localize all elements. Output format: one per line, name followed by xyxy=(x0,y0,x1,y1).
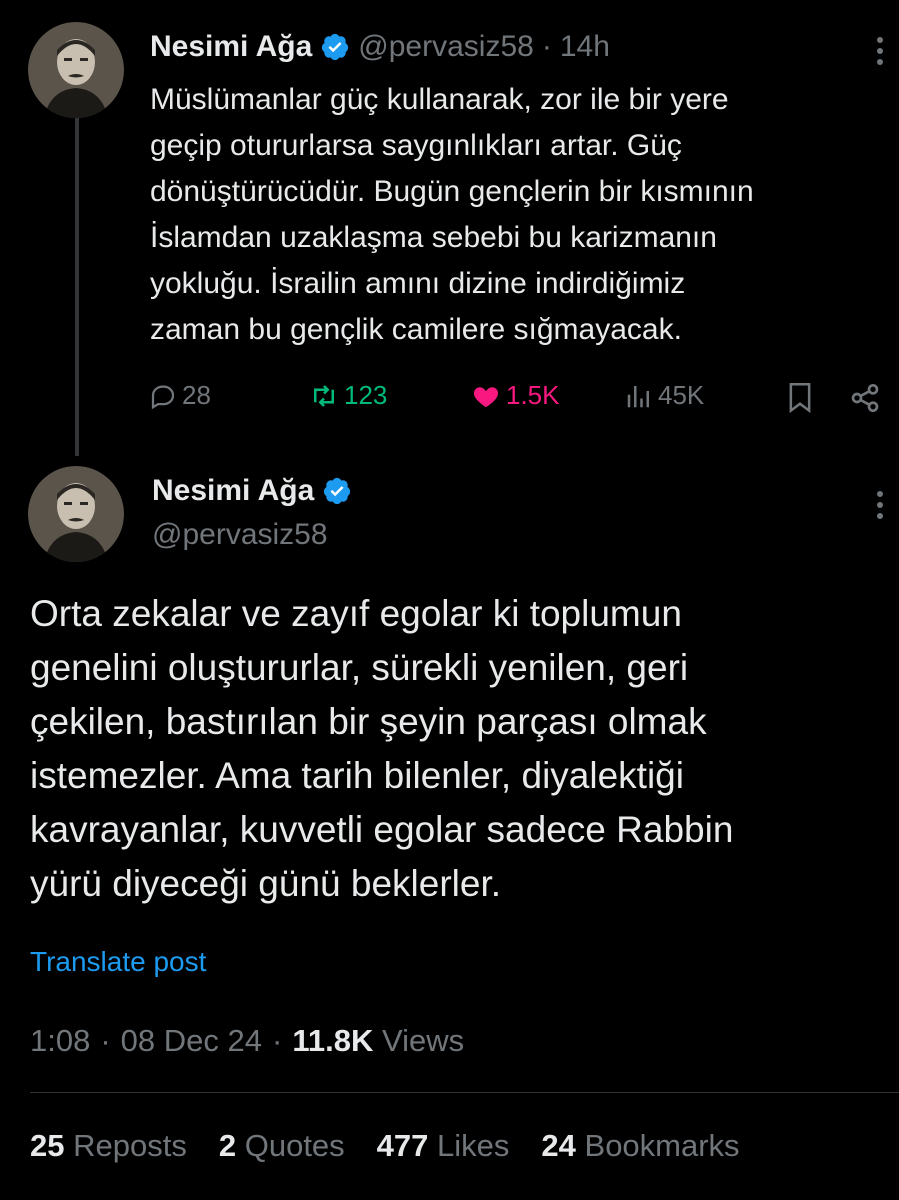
bookmarks-stat[interactable]: 24 Bookmarks xyxy=(541,1128,739,1164)
divider xyxy=(30,1092,899,1093)
author-handle[interactable]: @pervasiz58 xyxy=(152,518,328,552)
author-name[interactable]: Nesimi Ağa xyxy=(152,474,314,508)
bookmarks-label: Bookmarks xyxy=(584,1128,740,1163)
heart-icon xyxy=(473,386,499,407)
text-line: istemezler. Ama tarih bilenler, diyalekt… xyxy=(30,755,684,796)
likes-stat[interactable]: 477 Likes xyxy=(377,1128,510,1164)
reply-icon xyxy=(151,385,175,409)
views-label: Views xyxy=(381,1023,465,1058)
text-line: genelini oluştururlar, sürekli yenilen, … xyxy=(30,647,689,688)
engagement-stats: 25 Reposts 2 Quotes 477 Likes 24 Bookmar… xyxy=(30,1128,740,1164)
text-line: İslamdan uzaklaşma sebebi bu karizmanın xyxy=(150,221,717,254)
views-icon xyxy=(627,385,649,407)
reply-button[interactable]: 28 xyxy=(148,380,211,411)
bookmark-icon[interactable] xyxy=(786,382,814,419)
verified-badge-icon xyxy=(324,477,351,505)
text-line: zaman bu gençlik camilere sığmayacak. xyxy=(150,313,682,346)
likes-label: Likes xyxy=(437,1128,510,1163)
verified-badge-icon xyxy=(322,33,349,61)
views-button[interactable]: 45K xyxy=(624,380,704,411)
more-options-icon[interactable] xyxy=(872,34,888,75)
repost-icon xyxy=(314,384,334,407)
more-options-icon[interactable] xyxy=(872,488,888,529)
reply-count: 28 xyxy=(182,380,211,410)
text-line: Müslümanlar güç kullanarak, zor ile bir … xyxy=(150,83,729,116)
quotes-stat[interactable]: 2 Quotes xyxy=(219,1128,345,1164)
text-line: yokluğu. İsrailin amını dizine indirdiği… xyxy=(150,267,686,300)
avatar-portrait xyxy=(28,466,124,562)
avatar-portrait xyxy=(28,22,124,118)
tweet1-text: Müslümanlar güç kullanarak, zor ile bir … xyxy=(150,77,895,353)
timestamp[interactable]: 14h xyxy=(560,30,610,64)
share-icon[interactable] xyxy=(848,382,882,419)
post-date[interactable]: 08 Dec 24 xyxy=(121,1023,262,1059)
tweet1-header: Nesimi Ağa @pervasiz58 · 14h xyxy=(150,30,610,64)
separator-dot: · xyxy=(541,30,552,63)
quotes-label: Quotes xyxy=(244,1128,345,1163)
avatar[interactable] xyxy=(28,22,124,118)
reposts-stat[interactable]: 25 Reposts xyxy=(30,1128,187,1164)
separator-dot: · xyxy=(272,1023,283,1058)
text-line: geçip otururlarsa saygınlıkları artar. G… xyxy=(150,129,682,162)
likes-count: 477 xyxy=(376,1128,429,1163)
text-line: dönüştürücüdür. Bugün gençlerin bir kısm… xyxy=(150,175,754,208)
text-line: kavrayanlar, kuvvetli egolar sadece Rabb… xyxy=(30,809,734,850)
repost-button[interactable]: 123 xyxy=(308,380,387,411)
author-name[interactable]: Nesimi Ağa xyxy=(150,30,312,64)
text-line: yürü diyeceği günü beklerler. xyxy=(30,863,502,904)
like-count: 1.5K xyxy=(506,380,560,410)
tweet-meta: 1:08 · 08 Dec 24 · 11.8K Views xyxy=(30,1023,464,1059)
views-count: 11.8K xyxy=(292,1023,374,1058)
author-handle[interactable]: @pervasiz58 xyxy=(358,30,534,64)
reposts-label: Reposts xyxy=(73,1128,187,1163)
repost-count: 123 xyxy=(344,380,388,410)
views-count: 45K xyxy=(658,380,705,410)
separator-dot: · xyxy=(100,1023,111,1058)
text-line: çekilen, bastırılan bir şeyin parçası ol… xyxy=(30,701,707,742)
bookmarks-count: 24 xyxy=(541,1128,576,1163)
reposts-count: 25 xyxy=(30,1128,65,1163)
post-time[interactable]: 1:08 xyxy=(30,1023,90,1059)
tweet2-header: Nesimi Ağa xyxy=(152,474,352,508)
avatar[interactable] xyxy=(28,466,124,562)
tweet2-text: Orta zekalar ve zayıf egolar ki toplumun… xyxy=(30,587,890,911)
like-button[interactable]: 1.5K xyxy=(470,380,560,411)
quotes-count: 2 xyxy=(218,1128,237,1163)
thread-line xyxy=(75,118,79,456)
translate-post-link[interactable]: Translate post xyxy=(30,946,206,978)
text-line: Orta zekalar ve zayıf egolar ki toplumun xyxy=(30,593,682,634)
